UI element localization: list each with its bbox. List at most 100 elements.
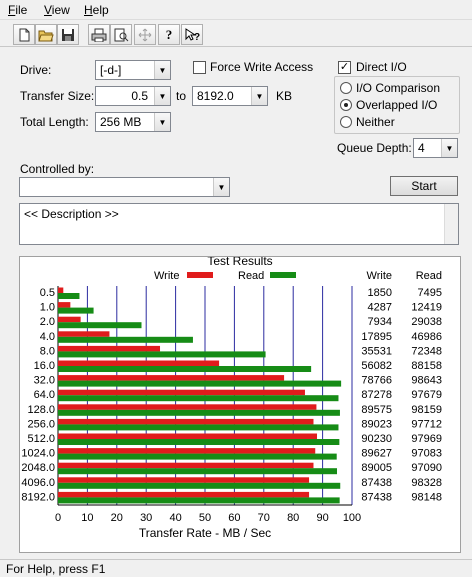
write-value: 90230 xyxy=(361,433,392,445)
y-category-label: 256.0 xyxy=(27,418,55,430)
read-value: 46986 xyxy=(411,331,442,343)
legend-write-label: Write xyxy=(154,270,179,282)
x-tick-label: 10 xyxy=(81,512,93,524)
write-bar xyxy=(58,448,316,454)
read-value: 97679 xyxy=(411,389,442,401)
write-bar xyxy=(58,316,81,323)
y-category-label: 32.0 xyxy=(34,375,55,387)
y-category-label: 2048.0 xyxy=(21,462,55,474)
read-value: 12419 xyxy=(411,302,442,314)
read-value: 98159 xyxy=(411,404,442,416)
menu-bar: File View Help xyxy=(0,0,472,20)
x-tick-label: 70 xyxy=(258,512,270,524)
y-category-label: 512.0 xyxy=(27,433,55,445)
menu-view[interactable]: View xyxy=(44,3,70,17)
write-bar xyxy=(58,404,317,410)
status-text: For Help, press F1 xyxy=(6,562,106,576)
chevron-down-icon: ▼ xyxy=(154,87,170,105)
neither-radio[interactable] xyxy=(340,116,352,128)
read-bar xyxy=(58,453,337,460)
new-icon[interactable] xyxy=(13,24,35,45)
read-value: 97083 xyxy=(411,448,442,460)
transfer-size-label: Transfer Size: xyxy=(20,89,95,103)
y-category-label: 4.0 xyxy=(40,331,55,343)
read-bar xyxy=(58,293,80,299)
write-bar xyxy=(58,491,310,498)
description-scrollbar[interactable] xyxy=(444,204,458,244)
read-bar xyxy=(58,439,340,445)
direct-io-checkbox[interactable]: ✓ xyxy=(338,61,351,74)
write-value: 35531 xyxy=(361,345,392,357)
write-bar xyxy=(58,360,220,366)
open-icon[interactable] xyxy=(35,24,57,45)
write-bar xyxy=(58,345,161,352)
read-bar xyxy=(58,497,340,504)
start-button[interactable]: Start xyxy=(390,176,458,196)
read-value: 97090 xyxy=(411,462,442,474)
read-value: 72348 xyxy=(411,345,442,357)
x-tick-label: 30 xyxy=(140,512,152,524)
transfer-size-to-label: to xyxy=(176,89,187,103)
read-bar xyxy=(58,380,342,387)
write-value: 1850 xyxy=(368,287,392,299)
controlled-by-label: Controlled by: xyxy=(20,162,95,176)
context-help-icon[interactable]: ? xyxy=(181,24,203,45)
write-bar xyxy=(58,462,314,469)
read-bar xyxy=(58,366,312,372)
x-tick-label: 50 xyxy=(199,512,211,524)
transfer-size-to-select[interactable]: 8192.0 ▼ xyxy=(192,86,268,106)
read-bar xyxy=(58,395,339,402)
help-icon[interactable]: ? xyxy=(158,24,180,45)
read-bar xyxy=(58,351,266,358)
write-bar xyxy=(58,433,318,439)
total-length-value: 256 MB xyxy=(100,115,142,129)
y-category-label: 0.5 xyxy=(40,287,55,299)
drive-value: [-d-] xyxy=(100,63,122,77)
read-value: 98328 xyxy=(411,477,442,489)
test-results-panel: Test Results Write Read Write Read 0 10 20… xyxy=(19,254,461,553)
write-value: 56082 xyxy=(361,360,392,372)
write-value: 89005 xyxy=(361,462,392,474)
chevron-down-icon: ▼ xyxy=(154,113,170,131)
svg-text:?: ? xyxy=(194,32,200,42)
io-comparison-radio[interactable] xyxy=(340,82,352,94)
y-category-label: 8192.0 xyxy=(21,491,55,503)
print-preview-icon[interactable] xyxy=(110,24,132,45)
read-bar xyxy=(58,307,94,314)
read-value: 97712 xyxy=(411,418,442,430)
read-value: 88158 xyxy=(411,360,442,372)
move-icon[interactable] xyxy=(134,24,156,45)
total-length-select[interactable]: 256 MB ▼ xyxy=(95,112,171,132)
queue-depth-label: Queue Depth: xyxy=(337,141,412,155)
column-header-write: Write xyxy=(367,270,392,282)
controlled-by-select[interactable]: ▼ xyxy=(19,177,230,197)
x-tick-label: 20 xyxy=(111,512,123,524)
read-value: 98643 xyxy=(411,375,442,387)
transfer-size-from-value: 0.5 xyxy=(131,89,148,103)
y-category-label: 1024.0 xyxy=(21,448,55,460)
drive-label: Drive: xyxy=(20,63,52,77)
print-icon[interactable] xyxy=(88,24,110,45)
menu-help[interactable]: Help xyxy=(84,3,109,17)
x-tick-label: 80 xyxy=(287,512,299,524)
overlapped-io-radio[interactable] xyxy=(340,99,352,111)
menu-file[interactable]: File xyxy=(8,3,27,17)
legend-read-label: Read xyxy=(238,270,264,282)
read-bar xyxy=(58,409,340,416)
drive-select[interactable]: [-d-] ▼ xyxy=(95,60,171,80)
description-field[interactable]: << Description >> xyxy=(19,203,459,245)
transfer-size-to-value: 8192.0 xyxy=(197,89,234,103)
y-category-label: 4096.0 xyxy=(21,477,55,489)
transfer-size-unit: KB xyxy=(276,89,293,103)
force-write-label: Force Write Access xyxy=(210,60,314,74)
save-icon[interactable] xyxy=(57,24,79,45)
read-bar xyxy=(58,482,341,489)
force-write-checkbox[interactable] xyxy=(193,61,206,74)
transfer-size-from-select[interactable]: 0.5 ▼ xyxy=(95,86,171,106)
y-category-label: 64.0 xyxy=(34,389,55,401)
queue-depth-select[interactable]: 4 ▼ xyxy=(413,138,458,158)
y-category-label: 8.0 xyxy=(40,345,55,357)
read-value: 29038 xyxy=(411,316,442,328)
write-value: 17895 xyxy=(361,331,392,343)
read-bar xyxy=(58,424,339,431)
